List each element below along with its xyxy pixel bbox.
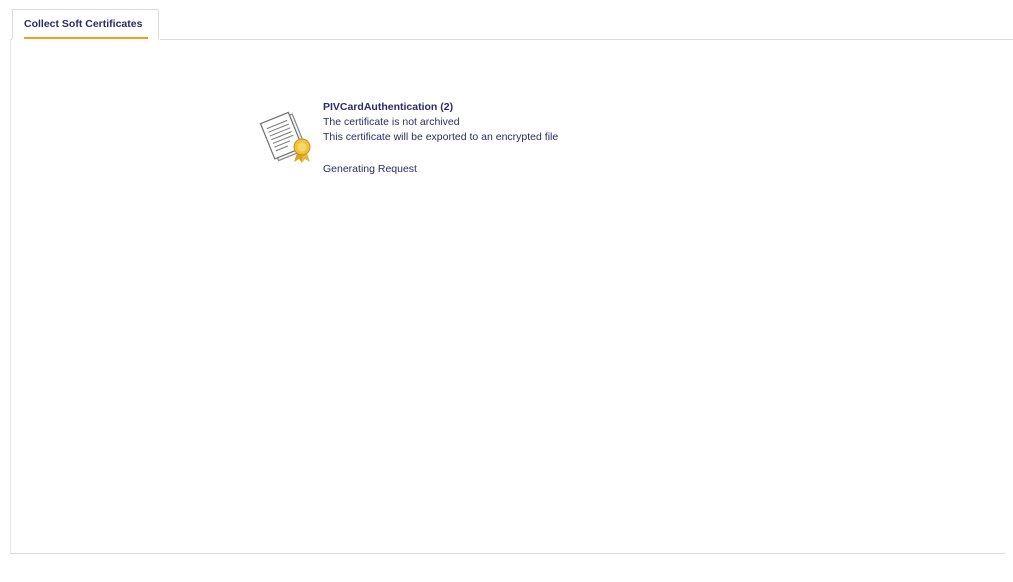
archive-status: The certificate is not archived bbox=[323, 116, 460, 128]
certificate-entry: PIVCardAuthentication (2) The certificat… bbox=[258, 98, 658, 178]
export-note: This certificate will be exported to an … bbox=[323, 131, 559, 143]
active-tab-indicator bbox=[24, 37, 148, 39]
tab-label: Collect Soft Certificates bbox=[24, 18, 143, 30]
tab-collect-soft-certificates[interactable]: Collect Soft Certificates bbox=[12, 9, 159, 39]
certificate-name: PIVCardAuthentication (2) bbox=[323, 101, 454, 113]
certificate-icon bbox=[259, 111, 311, 163]
tab-strip: Collect Soft Certificates bbox=[0, 0, 1013, 40]
certificate-details: PIVCardAuthentication (2) The certificat… bbox=[323, 100, 558, 177]
progress-status: Generating Request bbox=[323, 163, 417, 175]
collect-soft-certificates-page: Collect Soft Certificates PIVCardAuthent… bbox=[0, 0, 1013, 582]
